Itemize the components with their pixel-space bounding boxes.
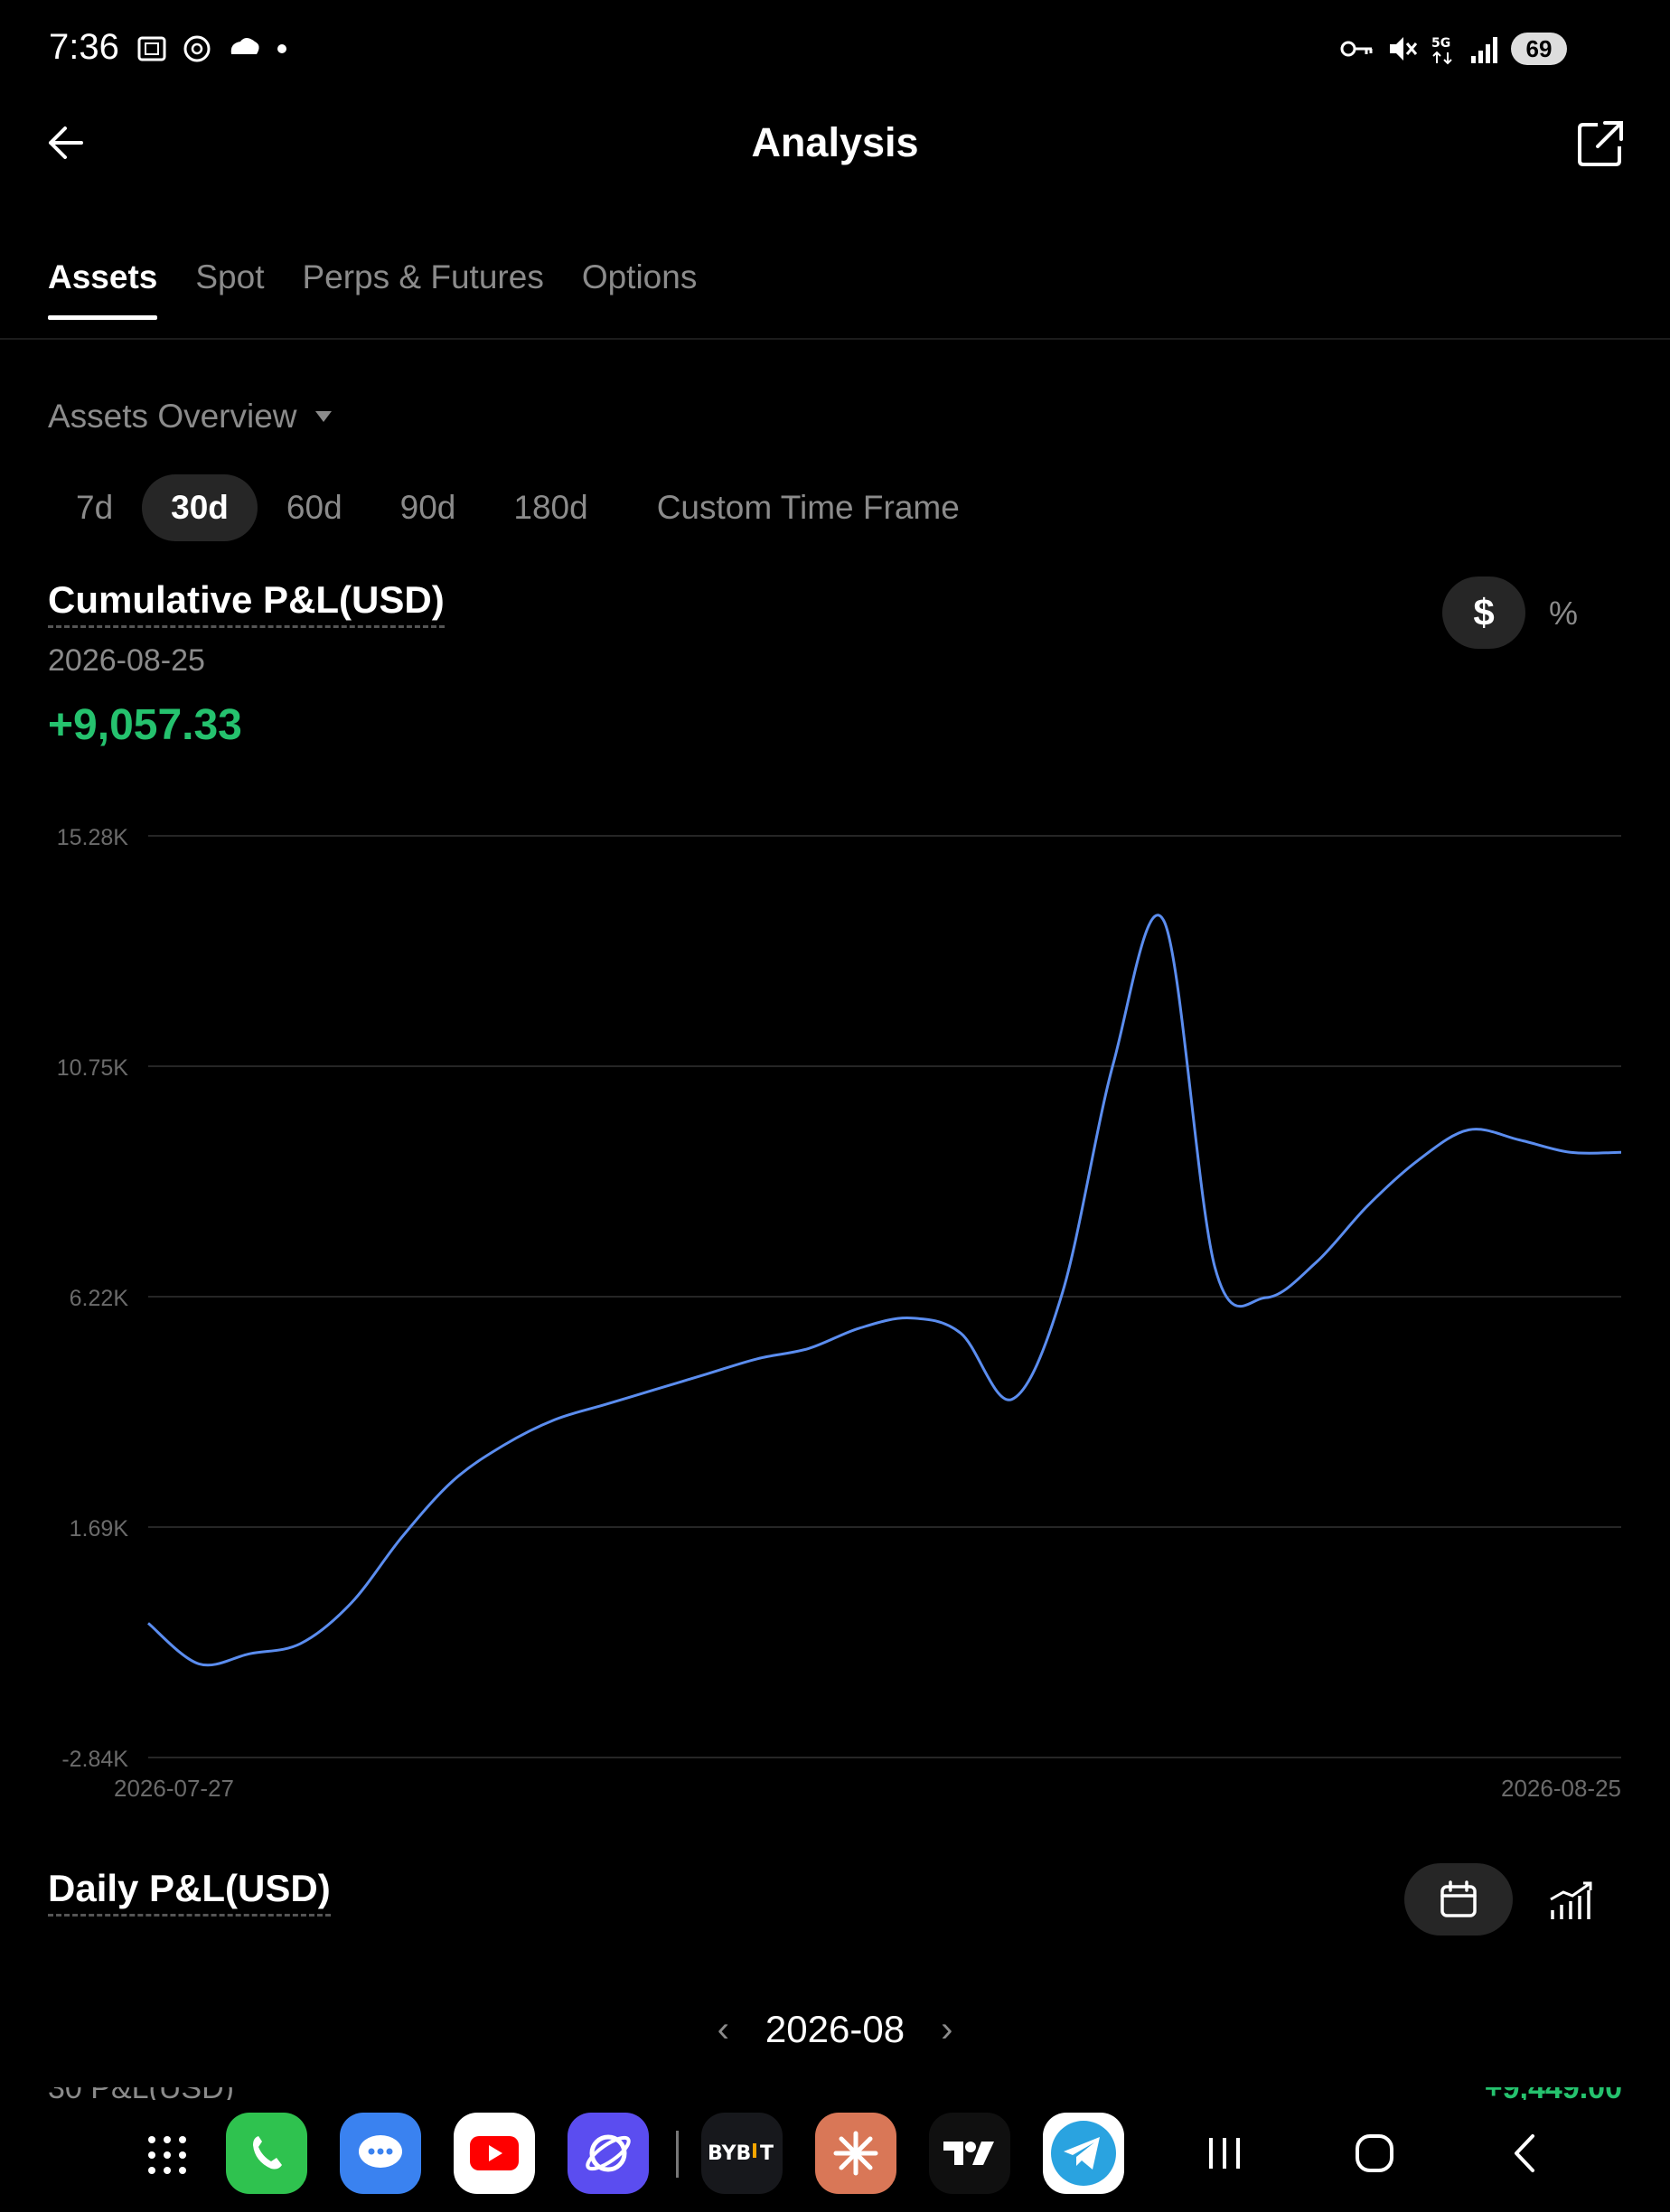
- tab-assets[interactable]: Assets: [48, 258, 158, 320]
- filter-custom-time-frame[interactable]: Custom Time Frame: [628, 474, 989, 541]
- daily-summary-row: 30 P&L(USD) +9,449.00: [48, 2087, 1622, 2100]
- tabs-divider: [0, 338, 1670, 340]
- telegram-app-icon[interactable]: [1043, 2113, 1124, 2194]
- recent-apps-icon[interactable]: [1204, 2132, 1245, 2174]
- messages-app-icon[interactable]: [340, 2113, 421, 2194]
- phone-app-icon[interactable]: [226, 2113, 307, 2194]
- dock-separator: [676, 2131, 679, 2178]
- calendar-view-button[interactable]: [1404, 1863, 1513, 1936]
- tab-bar: Assets Spot Perps & Futures Options: [48, 258, 697, 320]
- y-tick-label: 6.22K: [70, 1286, 129, 1311]
- page-title: Analysis: [751, 119, 919, 165]
- cumulative-value: +9,057.33: [48, 701, 242, 749]
- openai-icon: [183, 35, 211, 62]
- screenshot-icon: [137, 36, 166, 61]
- unit-dollar-toggle[interactable]: $: [1442, 576, 1525, 649]
- tab-options[interactable]: Options: [582, 258, 698, 320]
- tab-perps-futures[interactable]: Perps & Futures: [302, 258, 543, 320]
- bybit-app-icon[interactable]: BYB T: [701, 2113, 783, 2194]
- assets-overview-dropdown[interactable]: Assets Overview: [48, 398, 332, 436]
- vpn-key-icon: [1340, 41, 1373, 57]
- tab-spot[interactable]: Spot: [195, 258, 264, 320]
- chevron-left-icon[interactable]: ‹: [718, 2010, 729, 2050]
- status-icons-right: 5G 69: [1339, 33, 1567, 65]
- y-tick-label: -2.84K: [61, 1747, 128, 1772]
- calendar-icon: [1440, 1880, 1477, 1917]
- app-dock: BYB T: [0, 2105, 1670, 2212]
- home-icon[interactable]: [1352, 2131, 1397, 2176]
- cumulative-pnl-line: [147, 914, 1622, 1667]
- cumulative-pnl-title[interactable]: Cumulative P&L(USD): [48, 578, 445, 628]
- browser-app-icon[interactable]: [568, 2113, 649, 2194]
- assets-overview-label: Assets Overview: [48, 398, 297, 435]
- x-tick-label: 2026-07-27: [114, 1775, 234, 1802]
- current-month: 2026-08: [765, 2008, 905, 2050]
- status-icons-left: [136, 33, 289, 65]
- filter-90d[interactable]: 90d: [371, 474, 485, 541]
- notification-dot-icon: [277, 44, 286, 53]
- filter-7d[interactable]: 7d: [47, 474, 142, 541]
- summary-value: +9,449.00: [1485, 2087, 1622, 2100]
- app-drawer-icon[interactable]: [145, 2132, 190, 2178]
- youtube-app-icon[interactable]: [454, 2113, 535, 2194]
- caret-down-icon: [314, 411, 332, 422]
- signal-icon: [1471, 37, 1497, 63]
- svg-text:BYB: BYB: [708, 2142, 751, 2165]
- svg-text:5G: 5G: [1431, 36, 1450, 51]
- tradingview-app-icon[interactable]: [929, 2113, 1010, 2194]
- cloud-icon: [230, 38, 259, 54]
- unit-percent-toggle[interactable]: %: [1549, 595, 1578, 633]
- cumulative-date: 2026-08-25: [48, 643, 205, 678]
- y-tick-label: 1.69K: [70, 1516, 129, 1542]
- claude-app-icon[interactable]: [815, 2113, 896, 2194]
- y-tick-label: 10.75K: [57, 1055, 129, 1081]
- mute-icon: [1390, 37, 1418, 61]
- y-tick-label: 15.28K: [57, 825, 129, 850]
- filter-180d[interactable]: 180d: [484, 474, 616, 541]
- chevron-right-icon[interactable]: ›: [941, 2010, 952, 2050]
- status-time: 7:36: [49, 27, 119, 67]
- nav-back-icon[interactable]: [1504, 2131, 1545, 2176]
- 5g-icon: 5G: [1431, 36, 1452, 65]
- filter-60d[interactable]: 60d: [258, 474, 371, 541]
- x-tick-label: 2026-08-25: [1501, 1775, 1621, 1802]
- month-navigator: ‹ 2026-08 ›: [0, 2008, 1670, 2051]
- summary-label: 30 P&L(USD): [48, 2087, 234, 2100]
- share-icon[interactable]: [1572, 116, 1628, 172]
- battery-indicator: 69: [1511, 33, 1567, 65]
- filter-30d[interactable]: 30d: [142, 474, 258, 541]
- svg-text:T: T: [760, 2142, 774, 2165]
- trend-chart-icon[interactable]: [1547, 1876, 1596, 1925]
- cumulative-pnl-chart[interactable]: 15.28K 10.75K 6.22K 1.69K -2.84K 2026-07-27 20…: [0, 795, 1670, 1807]
- daily-pnl-title[interactable]: Daily P&L(USD): [48, 1867, 331, 1917]
- time-filter-group: 7d 30d 60d 90d 180d Custom Time Frame: [47, 474, 989, 541]
